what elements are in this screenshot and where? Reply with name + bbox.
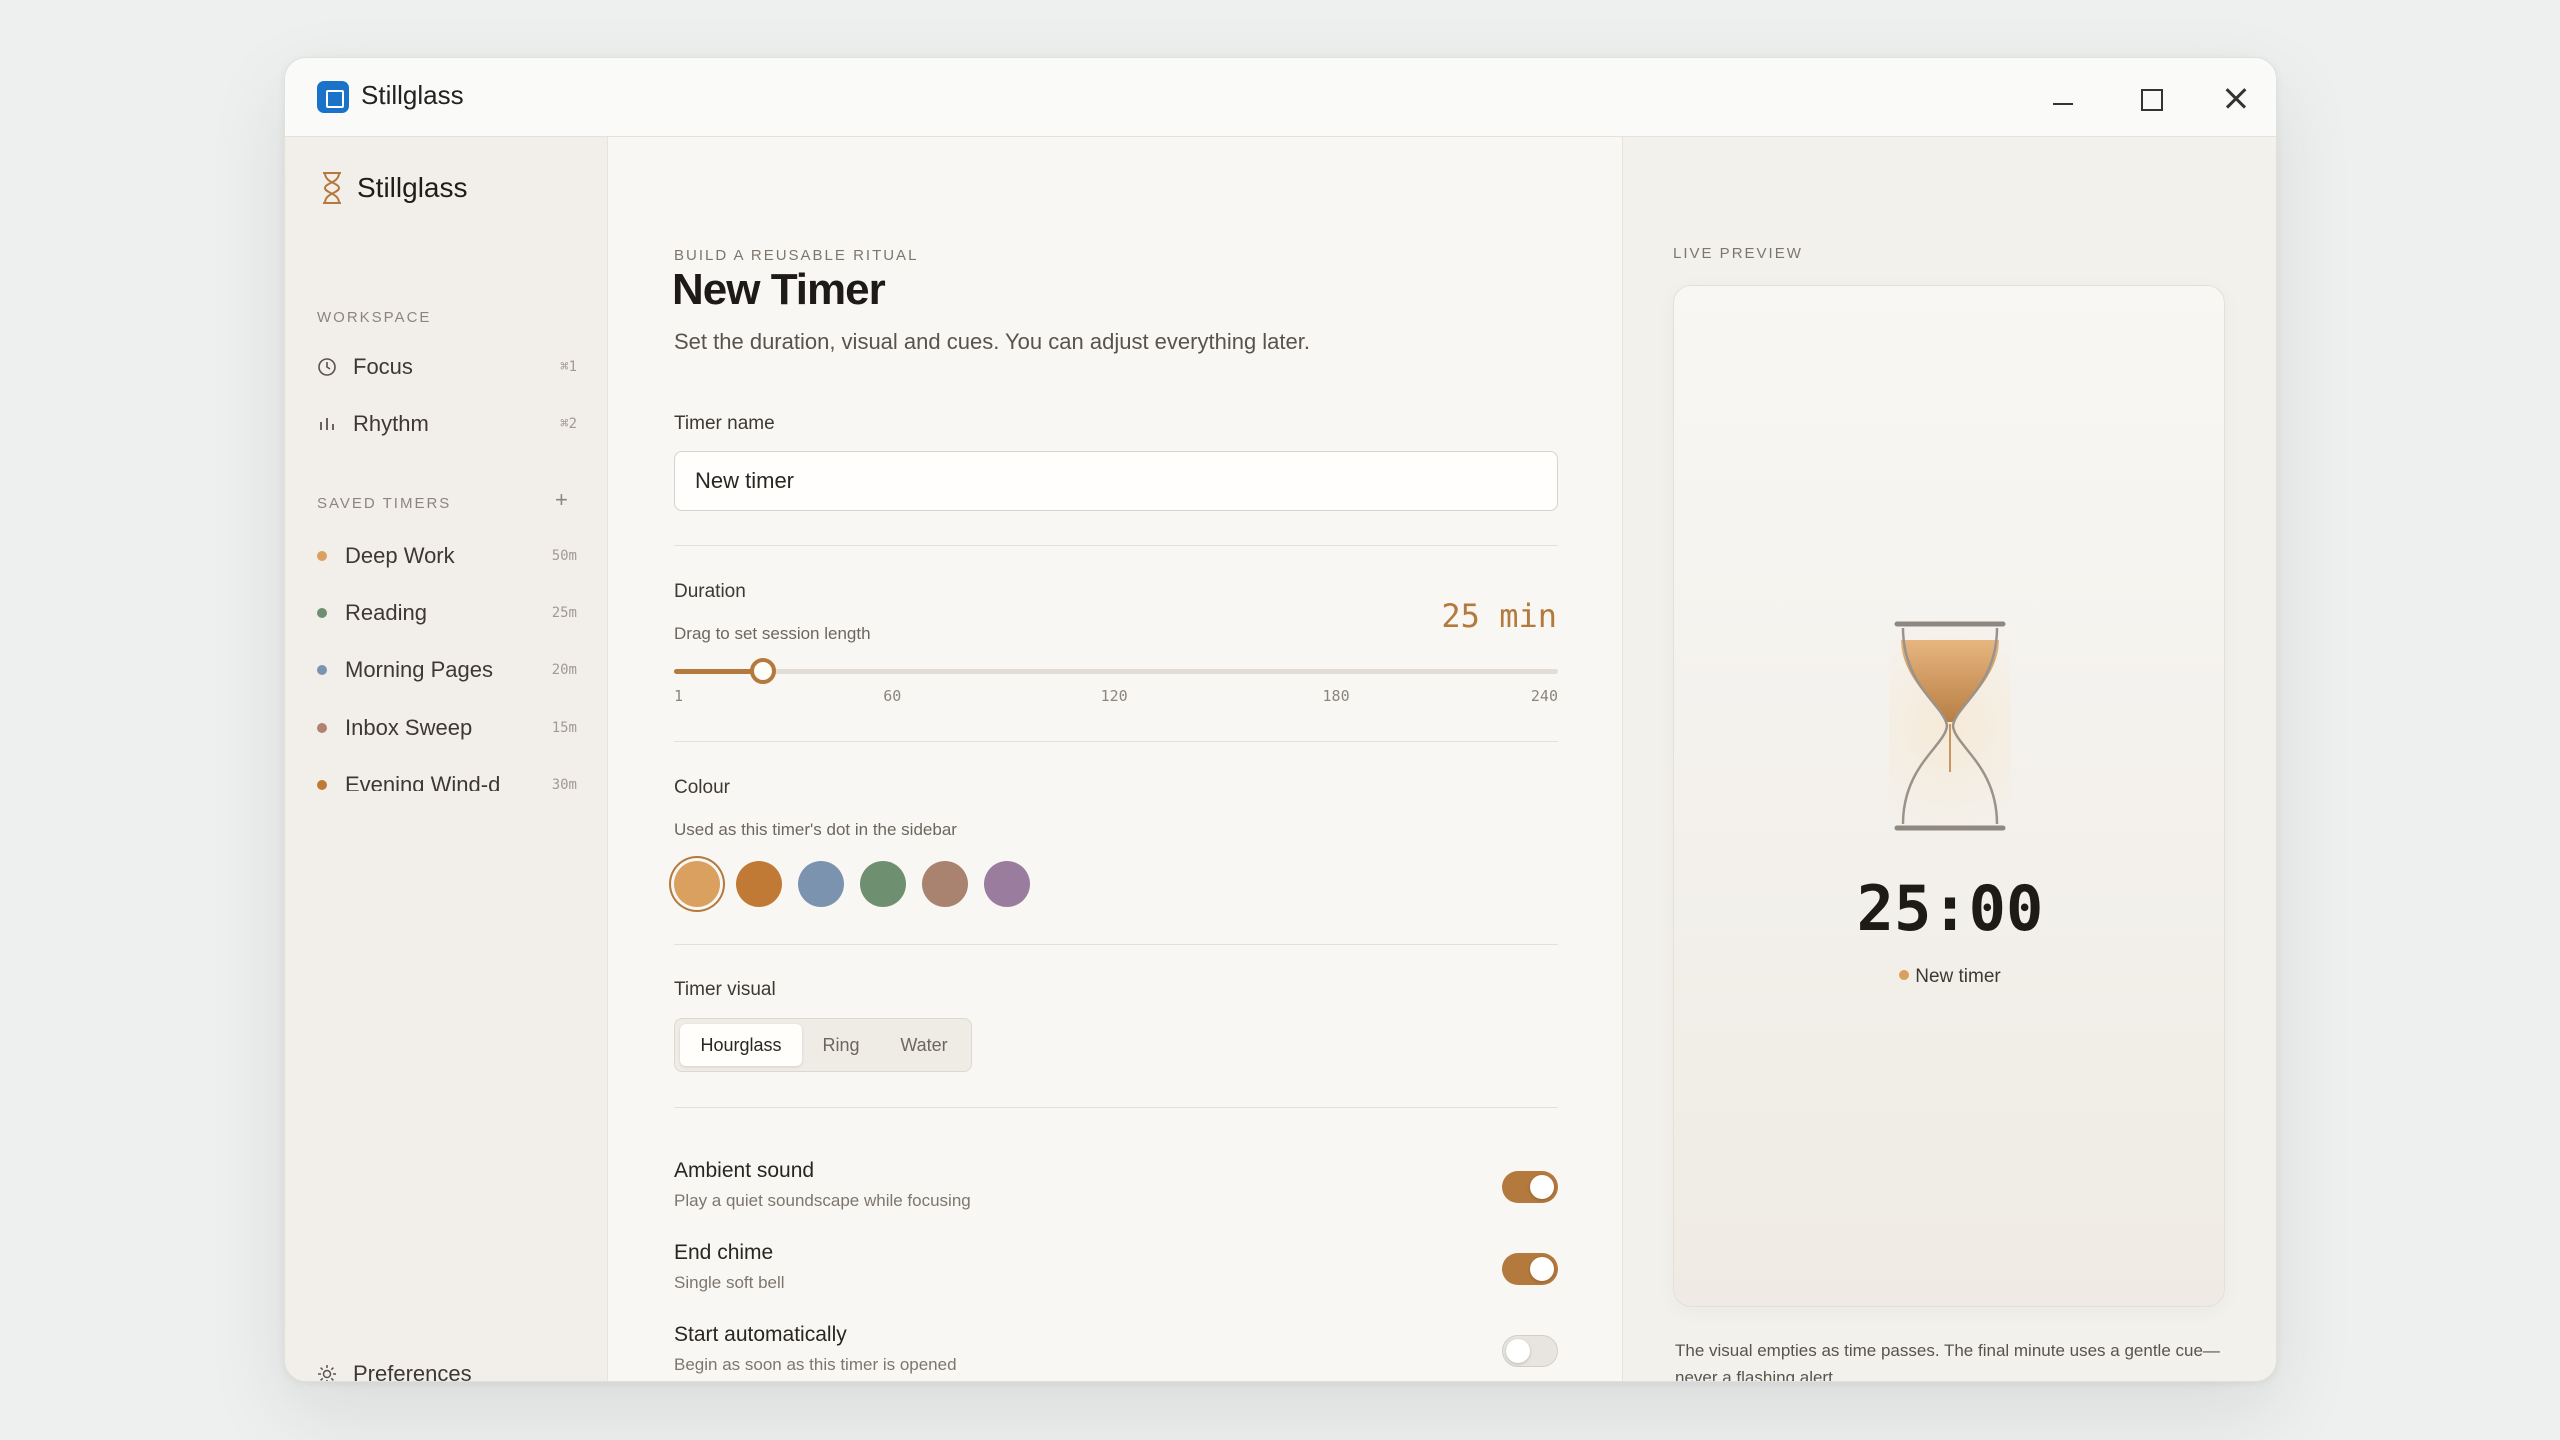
preview-label: LIVE PREVIEW: [1673, 245, 1803, 262]
live-preview-panel: LIVE PREVIEW 25:00 New timer The visual …: [1623, 137, 2276, 1382]
visual-label: Timer visual: [674, 979, 776, 1000]
timer-dot: [317, 665, 327, 675]
divider: [674, 1107, 1558, 1108]
divider: [674, 741, 1558, 742]
colour-swatch[interactable]: [984, 861, 1030, 907]
preview-note: The visual empties as time passes. The f…: [1675, 1341, 2220, 1382]
visual-option-water[interactable]: Water: [880, 1024, 968, 1066]
eyebrow: BUILD A REUSABLE RITUAL: [674, 247, 919, 264]
app-window: Stillglass Stillglass WORKSPACE Focus ⌘1…: [284, 57, 2277, 1382]
end-chime-row: End chime Single soft bell: [674, 1241, 1558, 1301]
list-item[interactable]: Inbox Sweep 15m: [317, 705, 577, 751]
timer-label: Morning Pages: [345, 657, 493, 682]
slider-tick-label: 240: [1530, 687, 1558, 705]
duration-help: Drag to set session length: [674, 624, 871, 643]
toggle-knob: [1530, 1257, 1554, 1281]
list-item[interactable]: Deep Work 50m: [317, 533, 577, 579]
timer-duration: 15m: [551, 720, 577, 736]
timer-label: Evening Wind-d: [345, 772, 501, 791]
slider-tick-label: 180: [1322, 687, 1350, 705]
saved-timers-list: Deep Work 50m Reading 25m Morning Pages …: [285, 137, 608, 791]
duration-value: 25 min: [1441, 597, 1557, 635]
timer-label: Inbox Sweep: [345, 715, 473, 740]
list-item[interactable]: Reading 25m: [317, 590, 577, 636]
timer-duration: 30m: [551, 777, 577, 791]
colour-swatch[interactable]: [860, 861, 906, 907]
timer-dot: [317, 608, 327, 618]
colour-help: Used as this timer's dot in the sidebar: [674, 820, 957, 839]
end-chime-toggle[interactable]: [1502, 1253, 1558, 1285]
preview-dot: [1899, 969, 1910, 980]
slider-tick-label: 60: [883, 687, 902, 705]
maximize-button[interactable]: [2119, 76, 2179, 120]
timer-dot: [317, 723, 327, 733]
preview-name-label: New timer: [1915, 966, 2001, 987]
list-item[interactable]: Evening Wind-d 30m: [317, 762, 577, 791]
minimize-button[interactable]: [2033, 76, 2093, 120]
timer-duration: 50m: [551, 548, 577, 564]
timer-label: Reading: [345, 600, 427, 625]
new-timer-form: BUILD A REUSABLE RITUAL New Timer Set th…: [608, 137, 1623, 1381]
list-item[interactable]: Morning Pages 20m: [317, 647, 577, 693]
toggle-knob: [1506, 1339, 1530, 1363]
preferences-label: Preferences: [353, 1361, 472, 1382]
toggle-title: Ambient sound: [674, 1159, 815, 1182]
app-logo-icon: [317, 81, 349, 113]
slider-tick-label: 1: [674, 687, 684, 705]
toggle-desc: Begin as soon as this timer is opened: [674, 1355, 957, 1374]
ambient-sound-toggle[interactable]: [1502, 1171, 1558, 1203]
colour-label: Colour: [674, 777, 730, 798]
colour-swatch[interactable]: [922, 861, 968, 907]
toggle-desc: Single soft bell: [674, 1273, 785, 1292]
timer-name-input[interactable]: [674, 451, 1558, 511]
window-title: Stillglass: [361, 80, 464, 110]
timer-duration: 20m: [551, 662, 577, 678]
hourglass-icon: [1889, 616, 2011, 836]
close-button[interactable]: [2205, 76, 2265, 120]
divider: [674, 944, 1558, 945]
colour-swatch[interactable]: [674, 861, 720, 907]
toggle-desc: Play a quiet soundscape while focusing: [674, 1191, 971, 1210]
start-automatically-row: Start automatically Begin as soon as thi…: [674, 1323, 1558, 1381]
timer-duration: 25m: [551, 605, 577, 621]
toggle-knob: [1530, 1175, 1554, 1199]
title-bar: Stillglass: [285, 58, 2276, 137]
preview-timer-name: New timer: [1674, 966, 2226, 988]
visual-option-hourglass[interactable]: Hourglass: [680, 1024, 802, 1066]
page-title: New Timer: [672, 265, 886, 314]
timer-dot: [317, 551, 327, 561]
colour-swatch[interactable]: [798, 861, 844, 907]
slider-tick-label: 120: [1100, 687, 1128, 705]
colour-swatch[interactable]: [736, 861, 782, 907]
divider: [674, 545, 1558, 546]
duration-label: Duration: [674, 581, 746, 602]
duration-slider[interactable]: [674, 658, 1558, 684]
visual-option-ring[interactable]: Ring: [802, 1024, 880, 1066]
slider-thumb[interactable]: [750, 658, 776, 684]
sidebar: Stillglass WORKSPACE Focus ⌘1 Rhythm ⌘2 …: [285, 137, 608, 1382]
toggle-title: End chime: [674, 1241, 774, 1264]
start-automatically-toggle[interactable]: [1502, 1335, 1558, 1367]
preview-card: 25:00 New timer: [1673, 285, 2225, 1307]
page-subtitle: Set the duration, visual and cues. You c…: [674, 329, 1310, 354]
preview-time: 25:00: [1856, 872, 2044, 945]
timer-label: Deep Work: [345, 543, 455, 568]
sun-icon: [318, 1365, 336, 1381]
visual-segmented-control: Hourglass Ring Water: [674, 1018, 972, 1072]
timer-name-label: Timer name: [674, 413, 775, 434]
preferences-button[interactable]: Preferences: [317, 1361, 472, 1382]
ambient-sound-row: Ambient sound Play a quiet soundscape wh…: [674, 1159, 1558, 1219]
toggle-title: Start automatically: [674, 1323, 847, 1346]
timer-dot: [317, 780, 327, 790]
